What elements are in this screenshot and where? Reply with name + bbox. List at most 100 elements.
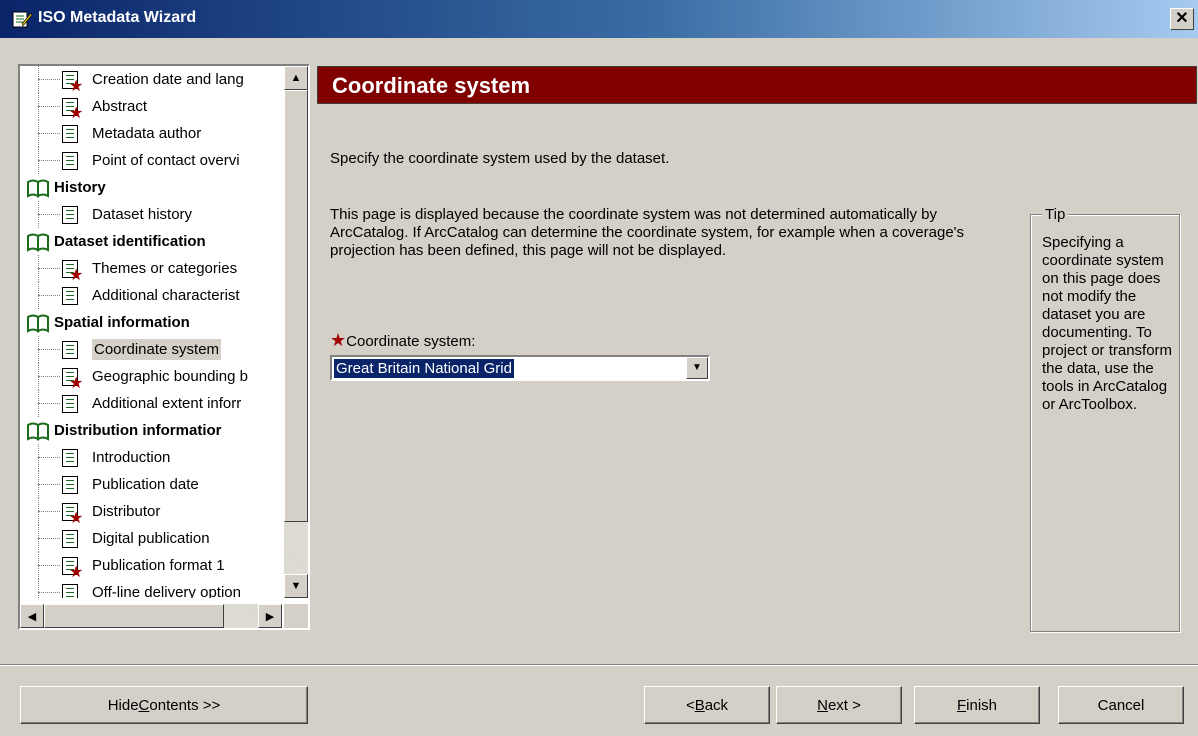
back-label-post: ack — [704, 696, 729, 714]
page-icon — [62, 151, 78, 170]
required-star-icon: ★ — [330, 330, 347, 350]
coordinate-system-dropdown[interactable]: Great Britain National Grid ▼ — [330, 355, 710, 381]
finish-label-post: inish — [966, 696, 998, 714]
page-icon — [62, 124, 78, 143]
cancel-button[interactable]: Cancel — [1058, 686, 1184, 724]
scroll-up-arrow-icon[interactable]: ▲ — [284, 66, 308, 90]
tree-group[interactable]: History — [20, 174, 106, 201]
tree-item[interactable]: ★ Geographic bounding b — [30, 363, 248, 391]
page-icon — [62, 394, 78, 413]
tree-item-label: Coordinate system — [92, 339, 222, 360]
tree-list: ★ Creation date and lang ★ Abstract Metadata… — [20, 66, 282, 598]
tree-item[interactable]: ★ Publication format 1 — [30, 552, 225, 580]
tree-item[interactable]: Off-line delivery option — [30, 579, 241, 598]
required-page-icon: ★ — [62, 556, 83, 580]
tree-group[interactable]: Spatial information — [20, 309, 190, 336]
required-page-icon: ★ — [62, 502, 83, 526]
tree-connector — [30, 525, 62, 552]
tree-item-label: Introduction — [92, 449, 171, 466]
scroll-left-arrow-icon[interactable]: ◀ — [20, 604, 44, 628]
tree-vertical-scroll-thumb[interactable] — [284, 90, 308, 522]
tree-group-label: Dataset identification — [54, 233, 206, 250]
tree-group[interactable]: Dataset identification — [20, 228, 206, 255]
tree-item-label: Distributor — [92, 503, 161, 520]
tree-item[interactable]: ★ Creation date and lang — [30, 66, 244, 94]
tip-title: Tip — [1042, 206, 1069, 223]
tree-connector — [30, 552, 62, 579]
tree-item[interactable]: Digital publication — [30, 525, 210, 552]
contents-tree[interactable]: ★ Creation date and lang ★ Abstract Metadata… — [18, 64, 310, 630]
footer-separator — [0, 664, 1198, 666]
hide-contents-label-post: ontents >> — [149, 696, 221, 714]
tree-item-label: Digital publication — [92, 530, 210, 547]
close-button[interactable]: ✕ — [1170, 8, 1194, 30]
tree-item[interactable]: Publication date — [30, 471, 199, 498]
scroll-down-arrow-icon[interactable]: ▼ — [284, 574, 308, 598]
hide-contents-label-pre: Hide — [107, 696, 139, 714]
tree-item-label: Additional extent inforr — [92, 395, 242, 412]
tree-item-label: Creation date and lang — [92, 71, 244, 88]
page-icon — [62, 340, 78, 359]
tree-item[interactable]: Metadata author — [30, 120, 201, 147]
tree-item-label: Geographic bounding b — [92, 368, 248, 385]
tree-horizontal-scroll-thumb[interactable] — [44, 604, 224, 628]
page-explanation: This page is displayed because the coord… — [330, 206, 965, 259]
tree-item-label: Abstract — [92, 98, 148, 115]
page-description: Specify the coordinate system used by th… — [330, 150, 670, 167]
back-button[interactable]: < Back — [644, 686, 770, 724]
tree-item[interactable]: Dataset history — [30, 201, 192, 228]
tree-item[interactable]: ★ Themes or categories — [30, 255, 237, 283]
page-icon — [62, 529, 78, 548]
finish-button[interactable]: Finish — [914, 686, 1040, 724]
tree-horizontal-scrollbar[interactable]: ◀ ▶ — [20, 604, 282, 628]
open-book-icon — [27, 233, 49, 252]
tree-connector — [30, 363, 62, 390]
tree-item-label: Publication date — [92, 476, 199, 493]
tree-item-label: Dataset history — [92, 206, 193, 223]
hide-contents-button[interactable]: Hide Contents >> — [20, 686, 308, 724]
tree-item[interactable]: Additional extent inforr — [30, 390, 241, 417]
tree-connector — [30, 147, 62, 174]
tree-item-label: Point of contact overvi — [92, 152, 240, 169]
tree-connector — [30, 93, 62, 120]
tree-connector — [30, 471, 62, 498]
tree-group[interactable]: Distribution informatior — [20, 417, 222, 444]
tree-connector — [30, 336, 62, 363]
page-icon — [62, 583, 78, 598]
tree-item[interactable]: ★ Distributor — [30, 498, 161, 526]
tree-connector — [30, 282, 62, 309]
tree-connector — [30, 390, 62, 417]
scroll-right-arrow-icon[interactable]: ▶ — [258, 604, 282, 628]
hide-contents-label-key: C — [138, 696, 150, 714]
tree-item[interactable]: Coordinate system — [30, 336, 222, 363]
open-book-icon — [27, 179, 49, 198]
tree-item[interactable]: Additional characterist — [30, 282, 240, 309]
back-label-pre: < — [685, 696, 695, 714]
page-icon — [62, 205, 78, 224]
finish-label-key: F — [956, 696, 967, 714]
page-title: Coordinate system — [317, 66, 1197, 104]
tree-item-label: Additional characterist — [92, 287, 240, 304]
tree-item-label: Publication format 1 — [92, 557, 225, 574]
cancel-label: Cancel — [1097, 696, 1145, 714]
tree-item[interactable]: Introduction — [30, 444, 170, 471]
tree-vertical-scrollbar[interactable]: ▲ ▼ — [284, 66, 308, 598]
close-icon: ✕ — [1175, 10, 1189, 27]
coordinate-system-label-text: Coordinate system: — [346, 333, 476, 350]
dropdown-arrow-icon[interactable]: ▼ — [686, 357, 708, 379]
coordinate-system-label: ★Coordinate system: — [330, 330, 475, 351]
tree-connector — [30, 66, 62, 93]
required-page-icon: ★ — [62, 97, 83, 121]
title-bar: ISO Metadata Wizard ✕ — [0, 0, 1198, 38]
tree-connector — [30, 498, 62, 525]
tree-item[interactable]: Point of contact overvi — [30, 147, 240, 174]
tree-item[interactable]: ★ Abstract — [30, 93, 148, 121]
back-label-key: B — [694, 696, 705, 714]
required-page-icon: ★ — [62, 70, 83, 94]
next-button[interactable]: Next > — [776, 686, 902, 724]
tree-connector — [30, 444, 62, 471]
open-book-icon — [27, 422, 49, 441]
tree-connector — [30, 120, 62, 147]
next-label-post: ext > — [827, 696, 861, 714]
tree-connector — [30, 255, 62, 282]
